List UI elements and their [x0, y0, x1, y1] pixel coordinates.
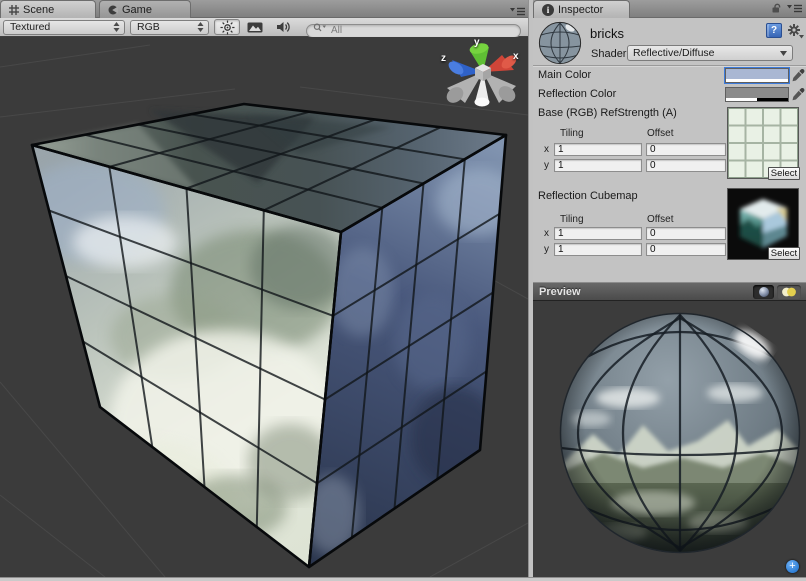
cubemap-tiling-x-input[interactable]: [554, 227, 642, 240]
base-texture-select-button[interactable]: Select: [768, 167, 800, 180]
channel-dropdown[interactable]: RGB: [130, 19, 209, 35]
speaker-icon: [276, 22, 290, 32]
gear-icon[interactable]: [787, 23, 805, 39]
scene-grid-icon: [9, 4, 19, 15]
window-bottom-strip: [0, 577, 806, 581]
unity-editor-window: Scene Game Textured RGB All y x z i Insp…: [0, 0, 806, 581]
reflection-color-label: Reflection Color: [538, 88, 617, 100]
cubemap-offset-x-input[interactable]: [646, 227, 726, 240]
shader-value: Reflective/Diffuse: [633, 47, 715, 59]
header-divider: [533, 65, 806, 67]
render-mode-dropdown[interactable]: Textured: [3, 19, 125, 35]
base-tiling-header: Tiling: [560, 128, 584, 139]
tab-inspector[interactable]: i Inspector: [533, 0, 630, 18]
search-icon: [313, 23, 326, 32]
inspector-panel: i Inspector bricks Shader Reflective/Dif…: [533, 0, 806, 577]
info-icon: i: [542, 3, 554, 16]
scene-panel: Scene Game Textured RGB All y x z: [0, 0, 529, 578]
reflection-color-swatch[interactable]: [725, 87, 789, 102]
gizmo-y-label[interactable]: y: [474, 37, 480, 48]
tab-game-label: Game: [122, 3, 152, 16]
base-x-label: x: [544, 144, 549, 155]
scene-search: [306, 20, 521, 38]
preview-sphere-render: [559, 312, 801, 554]
skybox-toggle-button[interactable]: [242, 19, 268, 35]
preview-shape-button[interactable]: [753, 284, 774, 299]
two-lights-icon: [782, 287, 796, 296]
scene-viewport[interactable]: y x z: [0, 37, 529, 578]
shader-label: Shader: [591, 48, 627, 60]
updown-arrows-icon: [113, 22, 120, 32]
base-tiling-y-input[interactable]: [554, 159, 642, 172]
preview-lighting-button[interactable]: [777, 284, 801, 299]
eyedropper-icon[interactable]: [792, 68, 805, 83]
gizmo-z-label[interactable]: z: [441, 53, 446, 64]
material-sphere-thumbnail[interactable]: [538, 21, 582, 65]
tab-inspector-label: Inspector: [558, 3, 604, 16]
inspector-pane-menu-icon[interactable]: [787, 4, 803, 14]
render-mode-value: Textured: [10, 21, 51, 33]
lock-icon[interactable]: [771, 3, 782, 14]
main-color-label: Main Color: [538, 69, 592, 81]
lighting-toggle-button[interactable]: [214, 19, 240, 35]
chevron-down-icon: [780, 50, 787, 56]
alpha-bar: [726, 98, 788, 101]
cubemap-select-button[interactable]: Select: [768, 247, 800, 260]
scene-search-input[interactable]: [306, 23, 521, 38]
orientation-gizmo[interactable]: y x z: [425, 37, 525, 113]
cubemap-y-label: y: [544, 244, 549, 255]
main-color-swatch[interactable]: [724, 67, 790, 84]
sun-icon: [220, 20, 234, 34]
scene-pane-menu-icon[interactable]: [510, 4, 526, 16]
add-icon[interactable]: +: [786, 560, 799, 573]
tab-scene-label: Scene: [23, 3, 55, 16]
base-tiling-x-input[interactable]: [554, 143, 642, 156]
channel-value: RGB: [137, 21, 160, 33]
cubemap-offset-y-input[interactable]: [646, 243, 726, 256]
tab-scene[interactable]: Scene: [0, 0, 96, 18]
scene-cube-render: [0, 44, 529, 578]
gizmo-x-label[interactable]: x: [513, 51, 519, 62]
cubemap-offset-header: Offset: [647, 214, 674, 225]
eyedropper-icon[interactable]: [792, 87, 805, 102]
axis-gizmo-icon: [446, 43, 517, 107]
base-offset-y-input[interactable]: [646, 159, 726, 172]
cubemap-tiling-y-input[interactable]: [554, 243, 642, 256]
reflection-cubemap-label: Reflection Cubemap: [538, 190, 638, 202]
tab-game[interactable]: Game: [99, 0, 191, 18]
audio-toggle-button[interactable]: [270, 19, 296, 35]
game-icon: [108, 5, 118, 14]
help-icon[interactable]: ?: [766, 23, 782, 38]
sphere-icon: [758, 286, 769, 297]
base-texture-label: Base (RGB) RefStrength (A): [538, 107, 677, 119]
base-y-label: y: [544, 160, 549, 171]
material-name: bricks: [590, 26, 624, 41]
base-offset-header: Offset: [647, 128, 674, 139]
shader-dropdown[interactable]: Reflective/Diffuse: [627, 45, 793, 61]
cubemap-x-label: x: [544, 228, 549, 239]
cubemap-tiling-header: Tiling: [560, 214, 584, 225]
updown-arrows-icon: [197, 22, 204, 32]
preview-title: Preview: [539, 285, 581, 298]
material-preview-area[interactable]: +: [533, 301, 806, 577]
inspector-tabbar: i Inspector: [533, 0, 806, 18]
preview-header[interactable]: Preview: [533, 282, 806, 301]
base-offset-x-input[interactable]: [646, 143, 726, 156]
scene-toolbar: Textured RGB: [0, 18, 528, 38]
scene-tabbar: Scene Game: [0, 0, 528, 18]
image-icon: [247, 22, 263, 32]
alpha-bar: [726, 79, 788, 82]
